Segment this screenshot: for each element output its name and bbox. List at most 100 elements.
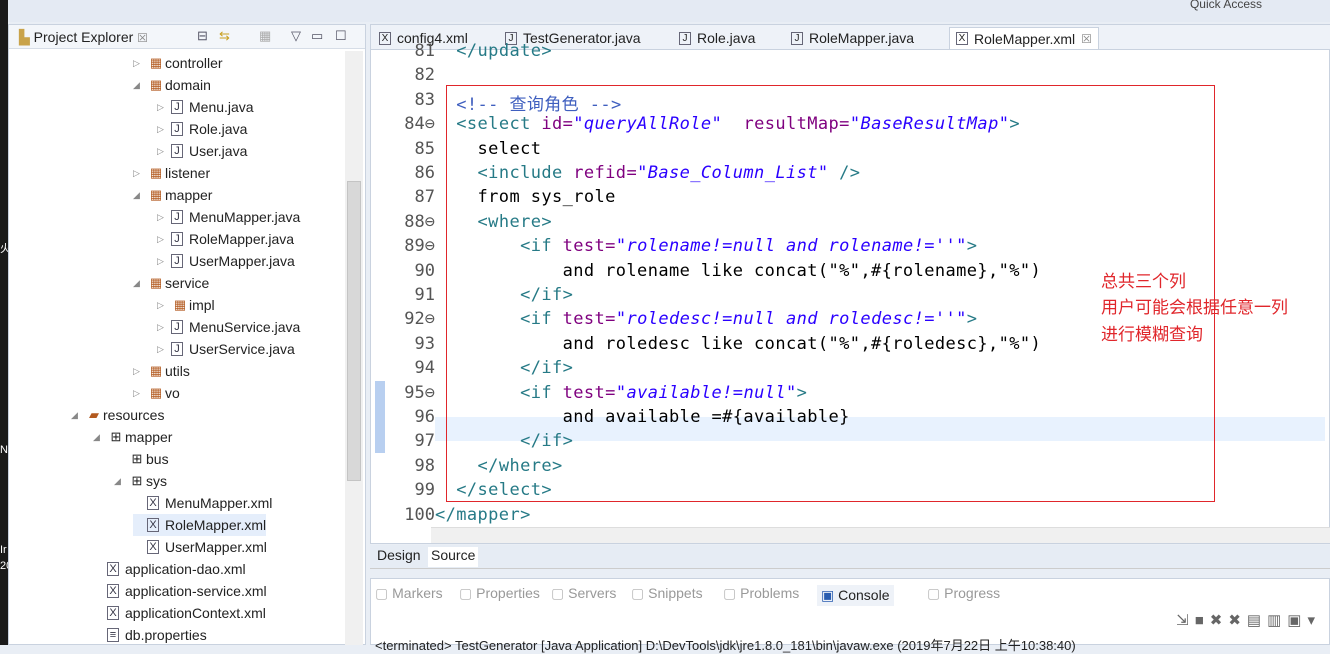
tree-item[interactable]: Xapplication-dao.xml xyxy=(93,558,246,580)
tree-item[interactable]: ⊞ bus xyxy=(114,448,169,470)
view-tab-console[interactable]: ▣ Console xyxy=(817,585,894,606)
strip-text: Ir xyxy=(0,544,7,556)
package-icon: ▦ xyxy=(149,55,163,70)
remove-launch-icon[interactable]: ✖ xyxy=(1210,612,1229,629)
tree-item[interactable]: ▷ ▦ vo xyxy=(133,382,180,404)
line-number: 87 xyxy=(414,187,435,208)
strip-text: 20 xyxy=(0,560,8,572)
tree-item[interactable]: ▷ J User.java xyxy=(157,140,247,162)
expand-arrow-icon[interactable]: ▷ xyxy=(133,58,147,69)
minimize-icon[interactable]: ▭ xyxy=(311,28,323,44)
word-wrap-icon[interactable]: ▥ xyxy=(1267,612,1287,629)
collapse-all-icon[interactable]: ⊟ xyxy=(197,28,208,44)
expand-arrow-icon[interactable]: ◢ xyxy=(133,278,147,289)
design-tab[interactable]: Design xyxy=(374,547,424,567)
tab-label: Properties xyxy=(476,585,540,601)
view-tab-markers[interactable]: ▢ Markers xyxy=(375,585,443,602)
scroll-lock-icon[interactable]: ▤ xyxy=(1247,612,1267,629)
expand-arrow-icon[interactable]: ◢ xyxy=(71,410,85,421)
tree-item-label: impl xyxy=(189,297,215,313)
expand-arrow-icon[interactable]: ◢ xyxy=(133,190,147,201)
tree-item[interactable]: ▷ J MenuService.java xyxy=(157,316,300,338)
tree-item[interactable]: ▷ J Role.java xyxy=(157,118,247,140)
tree-item-label: bus xyxy=(146,451,169,467)
tree-item[interactable]: ▷ ▦ listener xyxy=(133,162,210,184)
interface-icon: J xyxy=(171,320,183,334)
show-console-icon[interactable]: ▣ xyxy=(1287,612,1307,629)
tree-item-label: domain xyxy=(165,77,211,93)
expand-arrow-icon[interactable]: ▷ xyxy=(133,388,147,399)
expand-arrow-icon[interactable]: ▷ xyxy=(133,168,147,179)
tree-item[interactable]: ▷ ▦ utils xyxy=(133,360,190,382)
tree-item[interactable]: X MenuMapper.xml xyxy=(133,492,272,514)
tree-item[interactable]: ▷ ▦ controller xyxy=(133,52,223,74)
expand-arrow-icon[interactable]: ▷ xyxy=(157,124,171,135)
expand-arrow-icon[interactable]: ▷ xyxy=(133,366,147,377)
terminate-icon[interactable]: ■ xyxy=(1195,612,1210,629)
console-toolbar: ⇲■✖✖▤▥▣▾ xyxy=(1176,611,1321,629)
expand-arrow-icon[interactable]: ◢ xyxy=(114,476,128,487)
project-explorer-tab[interactable]: ▙ Project Explorer ☒ xyxy=(19,29,148,46)
tree-item[interactable]: ◢ ⊞ sys xyxy=(114,470,167,492)
tree-item[interactable]: ≡ db.properties xyxy=(93,624,207,646)
expand-arrow-icon[interactable]: ▷ xyxy=(157,322,171,333)
expand-arrow-icon[interactable]: ◢ xyxy=(93,432,107,443)
editor-tab[interactable]: X RoleMapper.xml ☒ xyxy=(949,27,1099,49)
package-icon: ▦ xyxy=(149,363,163,378)
expand-arrow-icon[interactable]: ▷ xyxy=(157,256,171,267)
tree-item[interactable]: ▷ J MenuMapper.java xyxy=(157,206,300,228)
tree-item[interactable]: ▷ ▦ impl xyxy=(157,294,215,316)
view-tab-properties[interactable]: ▢ Properties xyxy=(459,585,540,602)
tree-item[interactable]: X RoleMapper.xml xyxy=(133,514,267,536)
open-console-icon[interactable]: ▾ xyxy=(1307,612,1321,629)
editor-horizontal-scrollbar[interactable] xyxy=(431,527,1330,543)
tree-item[interactable]: ◢ ▰ resources xyxy=(71,404,164,426)
maximize-icon[interactable]: ☐ xyxy=(335,28,347,44)
expand-arrow-icon[interactable]: ▷ xyxy=(157,300,171,311)
view-tab-snippets[interactable]: ▢ Snippets xyxy=(631,585,703,602)
editor-tab[interactable]: J RoleMapper.java xyxy=(785,27,920,49)
expand-arrow-icon[interactable]: ▷ xyxy=(157,212,171,223)
tree-item[interactable]: ▷ J UserService.java xyxy=(157,338,295,360)
tree-item[interactable]: ◢ ▦ domain xyxy=(133,74,211,96)
tab-label: Console xyxy=(838,587,890,603)
tree-item[interactable]: ◢ ⊞ mapper xyxy=(93,426,172,448)
xml-icon: X xyxy=(147,518,159,532)
editor-tab[interactable]: J Role.java xyxy=(673,27,761,49)
console-icon: ▣ xyxy=(821,587,839,603)
line-number: 92⊖ xyxy=(404,309,435,330)
tree-item[interactable]: Xapplication-service.xml xyxy=(93,580,267,602)
expand-arrow-icon[interactable]: ▷ xyxy=(157,344,171,355)
expand-arrow-icon[interactable]: ▷ xyxy=(157,146,171,157)
interface-icon: J xyxy=(171,210,183,224)
close-icon[interactable]: ☒ xyxy=(137,31,148,45)
tree-item[interactable]: X UserMapper.xml xyxy=(133,536,267,558)
tree-item[interactable]: ▷ J Menu.java xyxy=(157,96,254,118)
tree-item[interactable]: ▷ J RoleMapper.java xyxy=(157,228,294,250)
view-menu-icon[interactable]: ▽ xyxy=(291,28,301,44)
close-icon[interactable]: ☒ xyxy=(1081,32,1092,46)
view-tab-problems[interactable]: ▢ Problems xyxy=(723,585,799,602)
tree-item-label: User.java xyxy=(189,143,248,159)
pin-icon[interactable]: ⇲ xyxy=(1176,612,1195,629)
quick-access-input[interactable]: Quick Access xyxy=(1190,0,1262,11)
tree-item[interactable]: ▷ J UserMapper.java xyxy=(157,250,295,272)
view-tab-progress[interactable]: ▢ Progress xyxy=(927,585,1000,602)
tree-item-label: vo xyxy=(165,385,180,401)
tree-item[interactable]: ◢ ▦ service xyxy=(133,272,209,294)
tree-item-label: listener xyxy=(165,165,211,181)
view-tab-servers[interactable]: ▢ Servers xyxy=(551,585,616,602)
filter-icon[interactable]: ▦ xyxy=(259,28,271,44)
line-number: 95⊖ xyxy=(404,382,435,403)
source-tab[interactable]: Source xyxy=(428,547,479,567)
tree-item-label: application-service.xml xyxy=(125,583,267,599)
tree-item[interactable]: XapplicationContext.xml xyxy=(93,602,266,624)
expand-arrow-icon[interactable]: ◢ xyxy=(133,80,147,91)
expand-arrow-icon[interactable]: ▷ xyxy=(157,234,171,245)
link-editor-icon[interactable]: ⇆ xyxy=(219,28,230,44)
annotation-text: 进行模糊查询 xyxy=(1101,325,1203,344)
remove-all-icon[interactable]: ✖ xyxy=(1228,612,1247,629)
tree-item[interactable]: ◢ ▦ mapper xyxy=(133,184,212,206)
expand-arrow-icon[interactable]: ▷ xyxy=(157,102,171,113)
explorer-scrollbar-thumb[interactable] xyxy=(347,181,361,481)
